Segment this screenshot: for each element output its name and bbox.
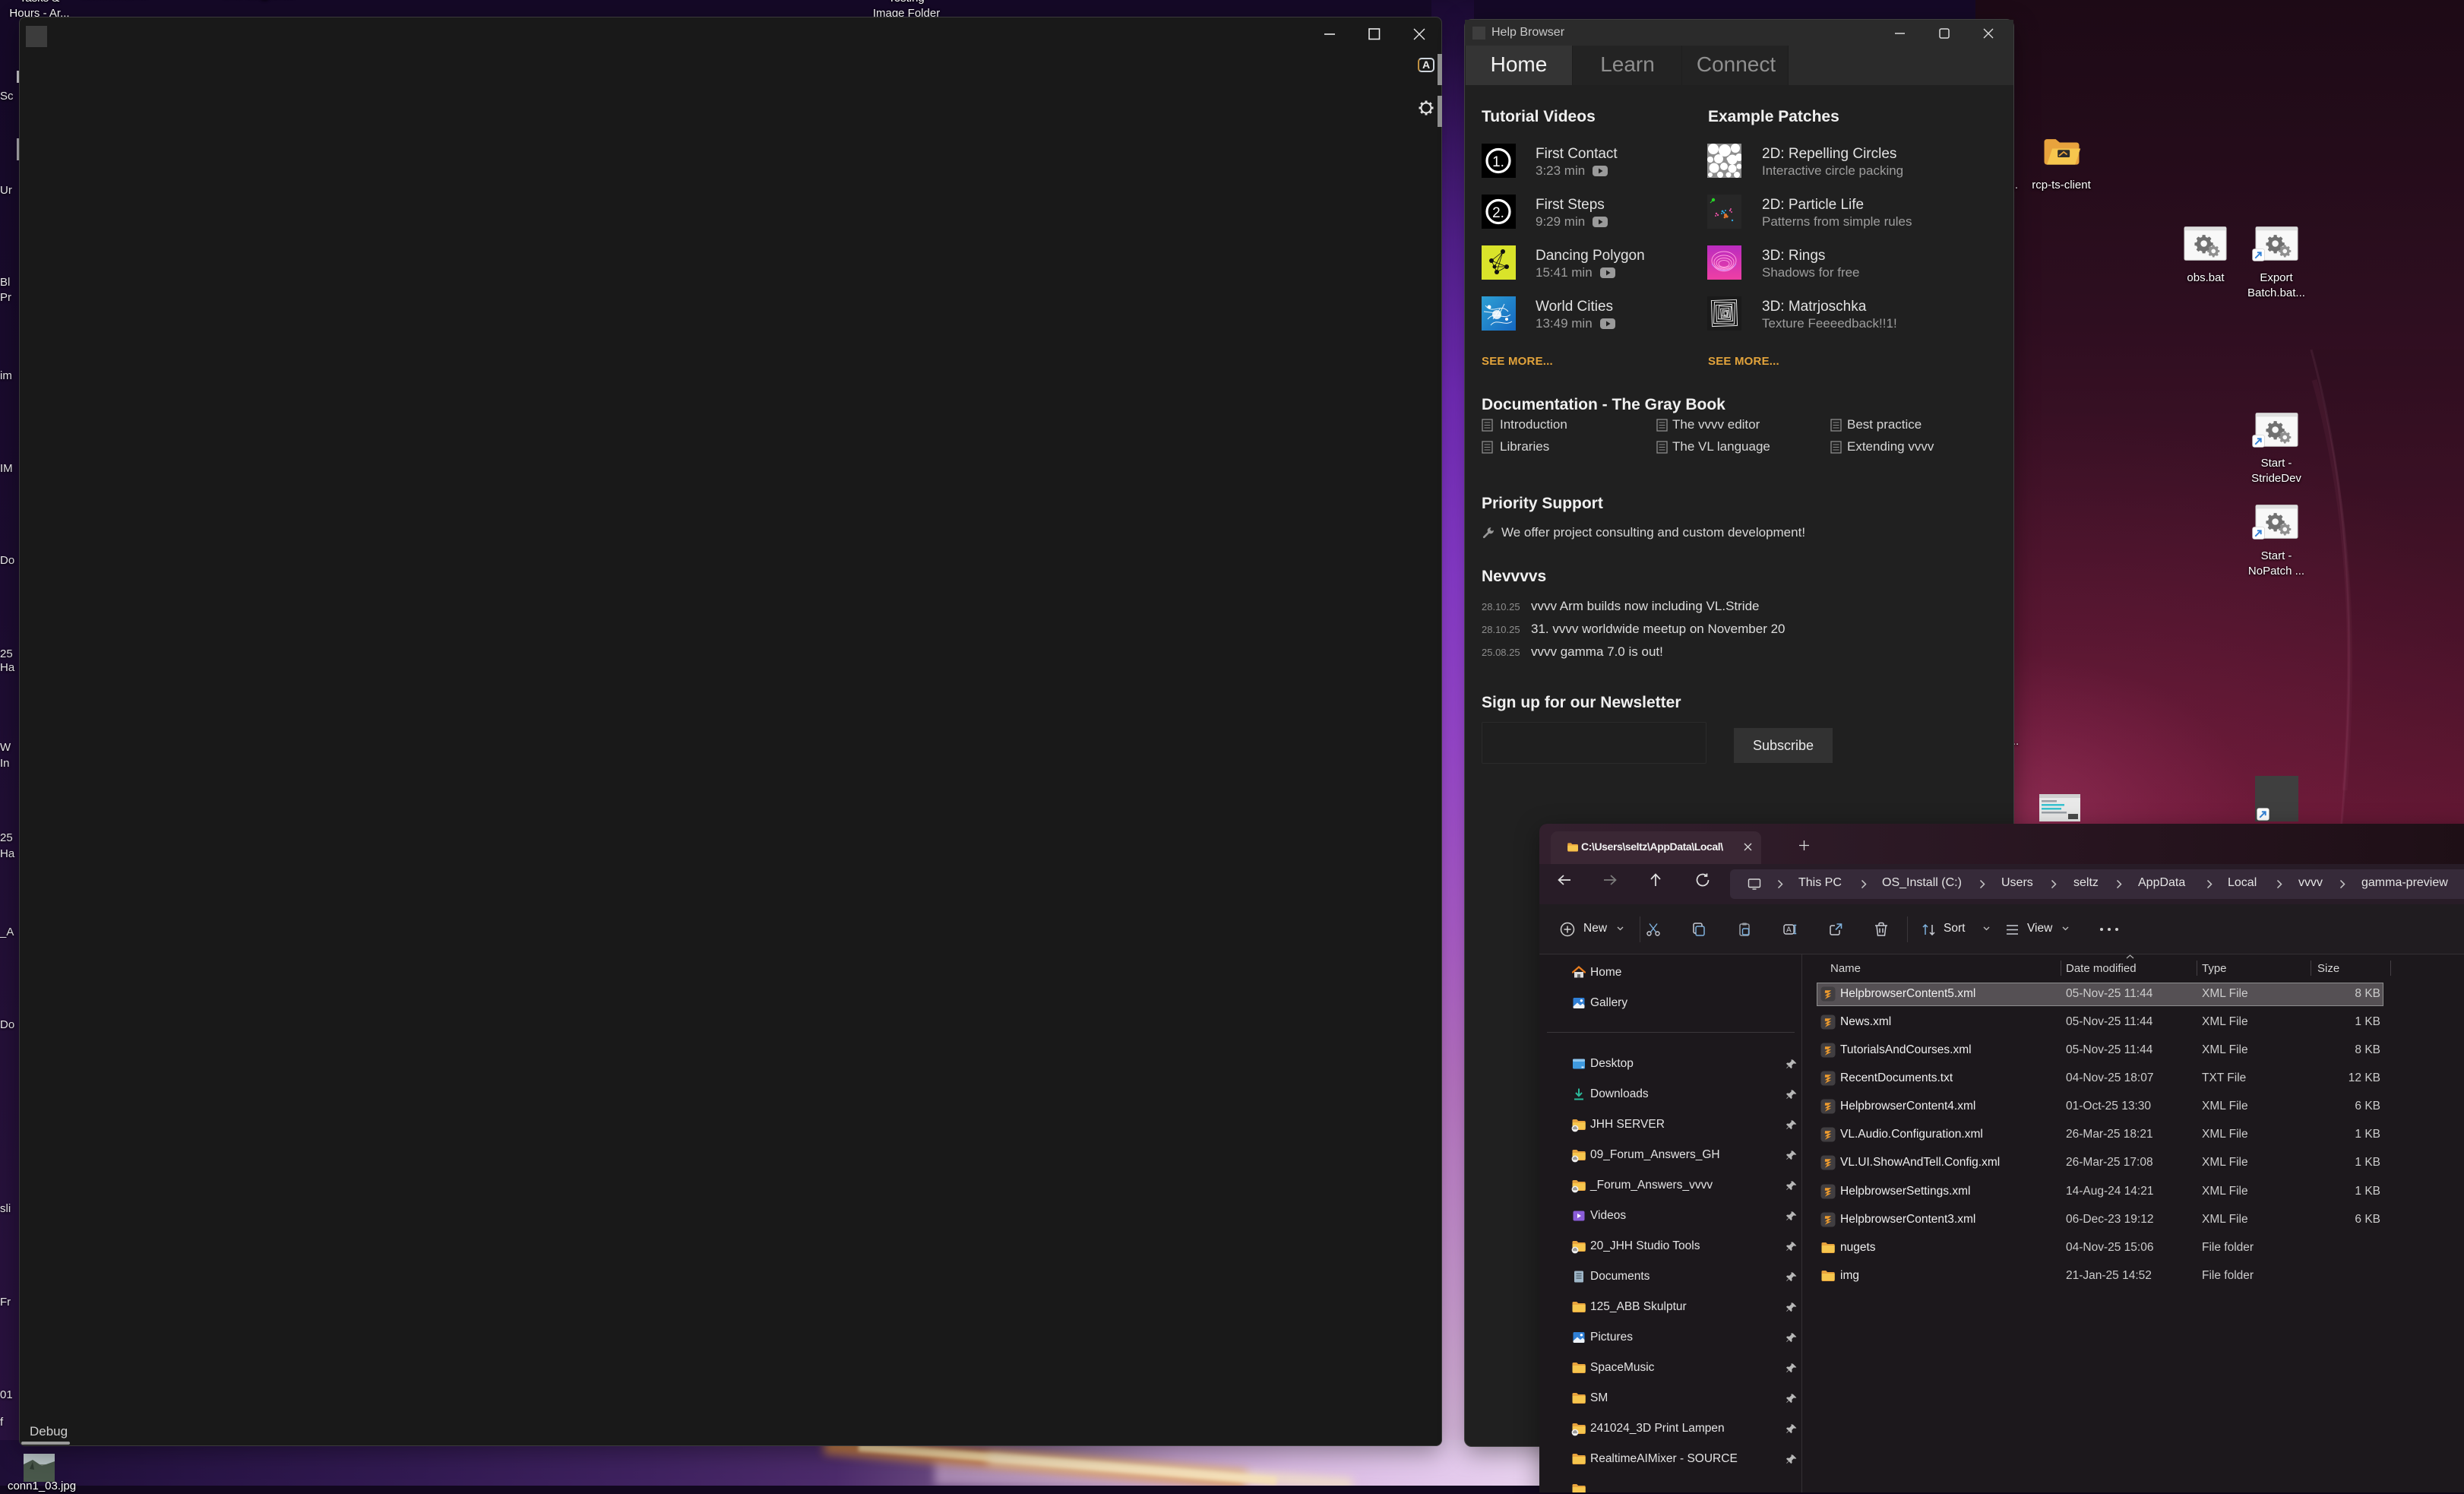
svg-text:2.: 2. bbox=[1492, 205, 1504, 221]
svg-text:1.: 1. bbox=[1492, 154, 1504, 170]
svg-text:A: A bbox=[1786, 926, 1792, 935]
